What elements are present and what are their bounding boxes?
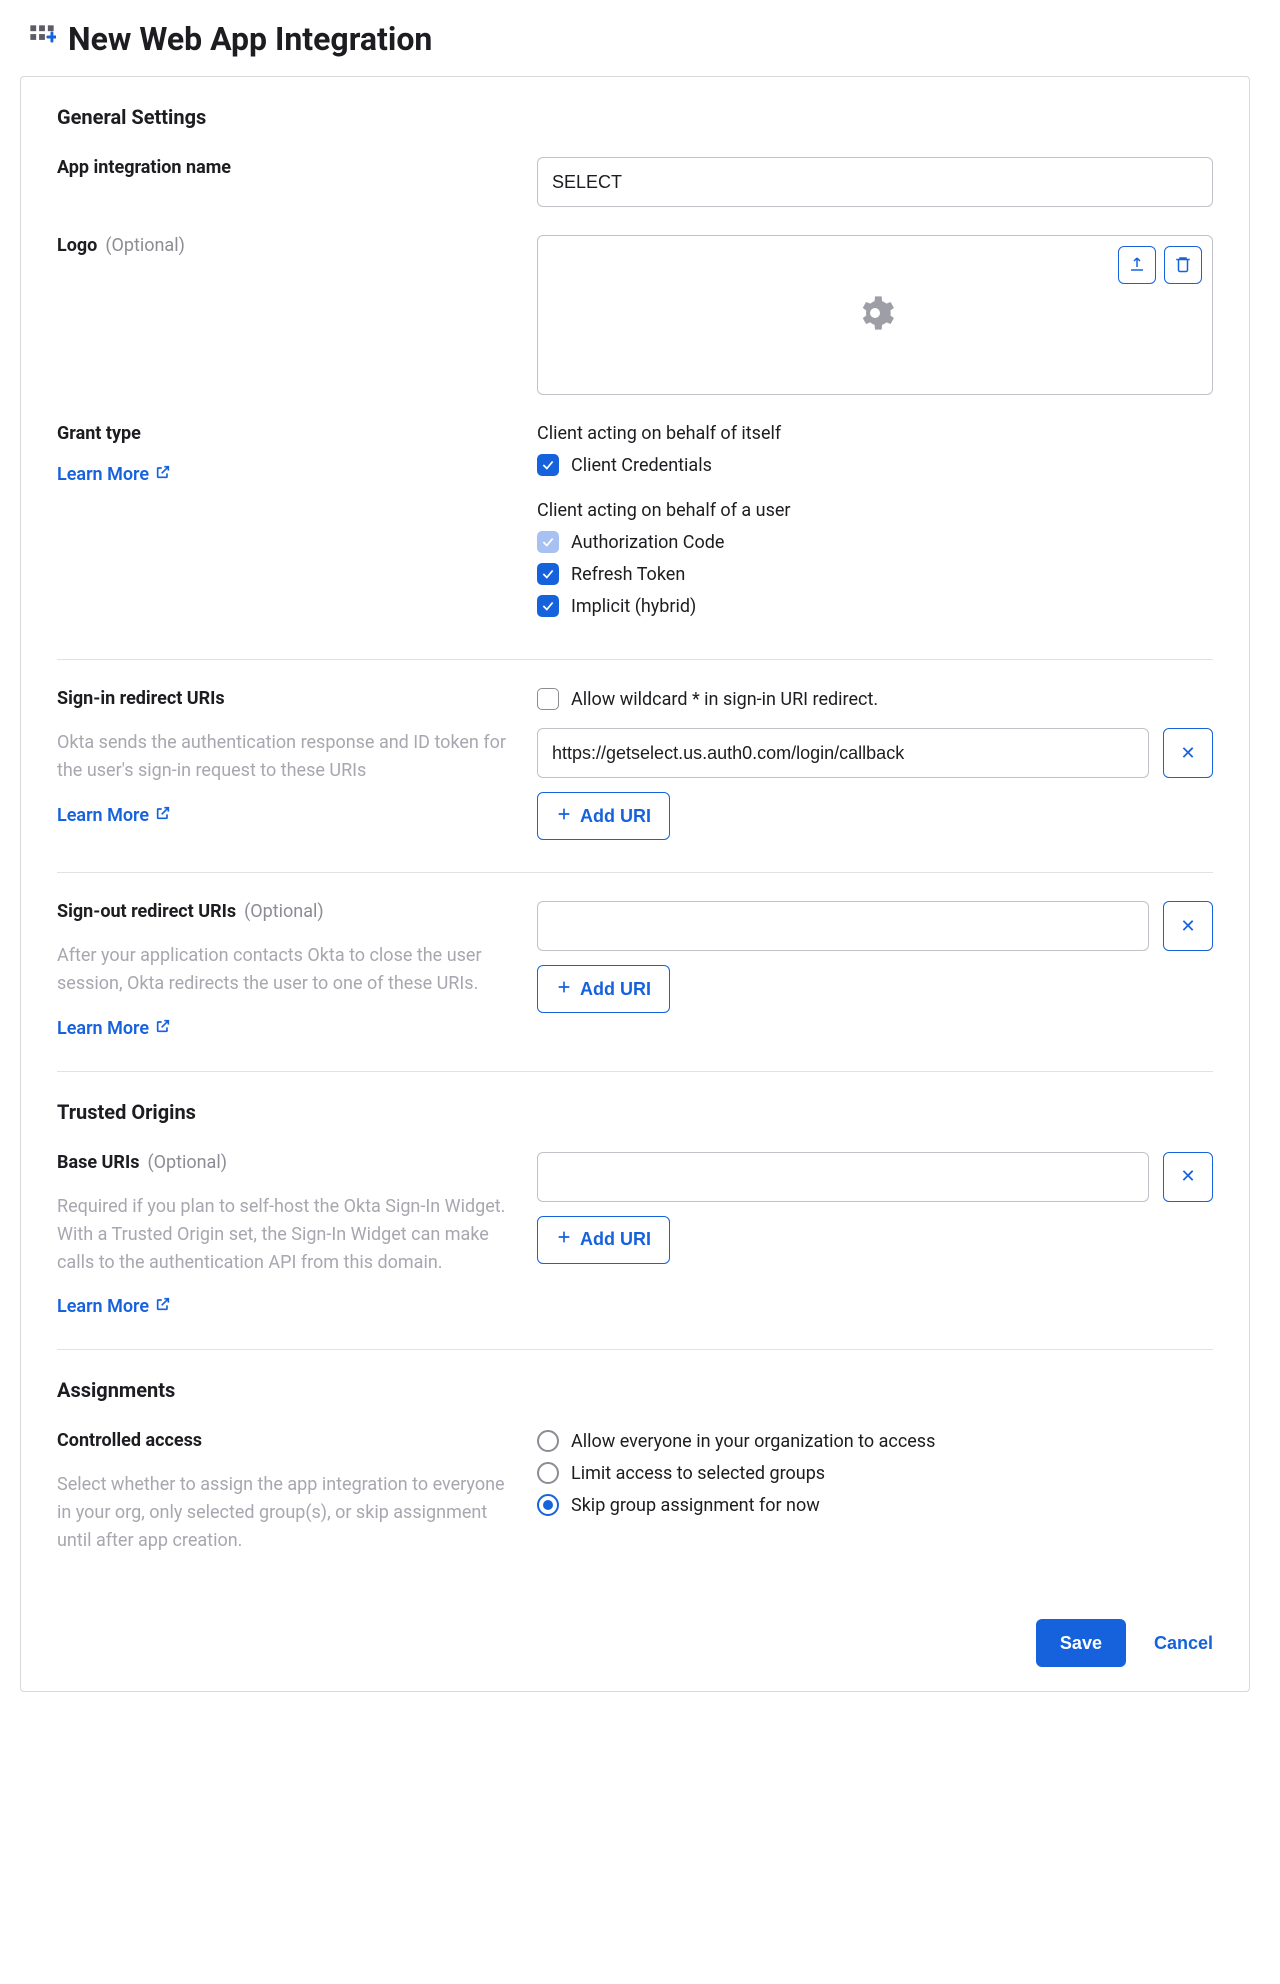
label-implicit: Implicit (hybrid) (571, 596, 696, 617)
base-uris-optional: (Optional) (147, 1152, 227, 1173)
upload-icon (1128, 255, 1146, 276)
signout-uri-input[interactable] (537, 901, 1149, 951)
divider (57, 659, 1213, 660)
page-header: New Web App Integration (20, 20, 1260, 58)
controlled-access-help: Select whether to assign the app integra… (57, 1471, 507, 1555)
external-link-icon (155, 464, 171, 485)
plus-icon (556, 806, 572, 827)
base-uris-label: Base URIs (57, 1152, 139, 1173)
radio-everyone-label: Allow everyone in your organization to a… (571, 1431, 935, 1452)
signin-uri-input[interactable] (537, 728, 1149, 778)
divider (57, 872, 1213, 873)
learn-more-signout[interactable]: Learn More (57, 1018, 171, 1039)
save-button[interactable]: Save (1036, 1619, 1126, 1667)
cancel-button[interactable]: Cancel (1154, 1633, 1213, 1654)
app-integrations-icon (28, 23, 56, 55)
wildcard-label: Allow wildcard * in sign-in URI redirect… (571, 689, 878, 710)
learn-more-trusted[interactable]: Learn More (57, 1296, 171, 1317)
form-footer: Save Cancel (57, 1583, 1213, 1667)
close-icon: ✕ (1180, 1166, 1195, 1187)
radio-skip[interactable] (537, 1494, 559, 1516)
external-link-icon (155, 1018, 171, 1039)
controlled-access-row: Controlled access Select whether to assi… (57, 1430, 1213, 1583)
signout-row: Sign-out redirect URIs (Optional) After … (57, 901, 1213, 1067)
signin-uri-row: ✕ (537, 728, 1213, 778)
upload-logo-button[interactable] (1118, 246, 1156, 284)
logo-row: Logo (Optional) (57, 235, 1213, 423)
close-icon: ✕ (1180, 916, 1195, 937)
add-signout-uri-button[interactable]: Add URI (537, 965, 670, 1013)
general-heading: General Settings (57, 105, 1213, 129)
app-name-row: App integration name (57, 157, 1213, 235)
close-icon: ✕ (1180, 743, 1195, 764)
app-name-label: App integration name (57, 157, 231, 178)
checkbox-refresh-token[interactable] (537, 563, 559, 585)
assignments-heading: Assignments (57, 1378, 1213, 1402)
learn-more-grant[interactable]: Learn More (57, 464, 171, 485)
grant-user-heading: Client acting on behalf of a user (537, 500, 1213, 521)
external-link-icon (155, 805, 171, 826)
label-auth-code: Authorization Code (571, 532, 724, 553)
base-uris-help: Required if you plan to self-host the Ok… (57, 1193, 507, 1277)
checkbox-client-credentials[interactable] (537, 454, 559, 476)
settings-panel: General Settings App integration name Lo… (20, 76, 1250, 1692)
remove-base-uri-button[interactable]: ✕ (1163, 1152, 1213, 1202)
trash-icon (1174, 255, 1192, 276)
signin-row: Sign-in redirect URIs Okta sends the aut… (57, 688, 1213, 868)
app-name-input[interactable] (537, 157, 1213, 207)
external-link-icon (155, 1296, 171, 1317)
grant-self-heading: Client acting on behalf of itself (537, 423, 1213, 444)
logo-label: Logo (57, 235, 97, 256)
radio-skip-row: Skip group assignment for now (537, 1494, 1213, 1516)
base-uri-input[interactable] (537, 1152, 1149, 1202)
logo-optional: (Optional) (105, 235, 185, 256)
checkbox-implicit[interactable] (537, 595, 559, 617)
grant-auth-code-row: Authorization Code (537, 531, 1213, 553)
radio-groups[interactable] (537, 1462, 559, 1484)
base-uri-row: ✕ (537, 1152, 1213, 1202)
divider (57, 1349, 1213, 1350)
signout-uri-row: ✕ (537, 901, 1213, 951)
page-title: New Web App Integration (68, 20, 432, 58)
plus-icon (556, 979, 572, 1000)
trusted-heading: Trusted Origins (57, 1100, 1213, 1124)
logo-dropzone[interactable] (537, 235, 1213, 395)
signout-optional: (Optional) (244, 901, 324, 922)
grant-refresh-row: Refresh Token (537, 563, 1213, 585)
add-base-uri-button[interactable]: Add URI (537, 1216, 670, 1264)
radio-everyone-row: Allow everyone in your organization to a… (537, 1430, 1213, 1452)
gear-icon (855, 293, 895, 337)
learn-more-signin[interactable]: Learn More (57, 805, 171, 826)
divider (57, 1071, 1213, 1072)
remove-signout-uri-button[interactable]: ✕ (1163, 901, 1213, 951)
radio-groups-label: Limit access to selected groups (571, 1463, 825, 1484)
label-refresh-token: Refresh Token (571, 564, 685, 585)
signin-help: Okta sends the authentication response a… (57, 729, 507, 785)
wildcard-row: Allow wildcard * in sign-in URI redirect… (537, 688, 1213, 710)
label-client-credentials: Client Credentials (571, 455, 712, 476)
base-uris-row: Base URIs (Optional) Required if you pla… (57, 1152, 1213, 1346)
radio-skip-label: Skip group assignment for now (571, 1495, 820, 1516)
grant-client-credentials-row: Client Credentials (537, 454, 1213, 476)
checkbox-auth-code (537, 531, 559, 553)
signin-label: Sign-in redirect URIs (57, 688, 225, 709)
radio-everyone[interactable] (537, 1430, 559, 1452)
grant-implicit-row: Implicit (hybrid) (537, 595, 1213, 617)
remove-signin-uri-button[interactable]: ✕ (1163, 728, 1213, 778)
grant-type-row: Grant type Learn More Client acting on b… (57, 423, 1213, 655)
checkbox-wildcard[interactable] (537, 688, 559, 710)
grant-type-label: Grant type (57, 423, 141, 444)
controlled-access-label: Controlled access (57, 1430, 202, 1451)
add-signin-uri-button[interactable]: Add URI (537, 792, 670, 840)
radio-groups-row: Limit access to selected groups (537, 1462, 1213, 1484)
signout-label: Sign-out redirect URIs (57, 901, 236, 922)
delete-logo-button[interactable] (1164, 246, 1202, 284)
plus-icon (556, 1229, 572, 1250)
signout-help: After your application contacts Okta to … (57, 942, 507, 998)
